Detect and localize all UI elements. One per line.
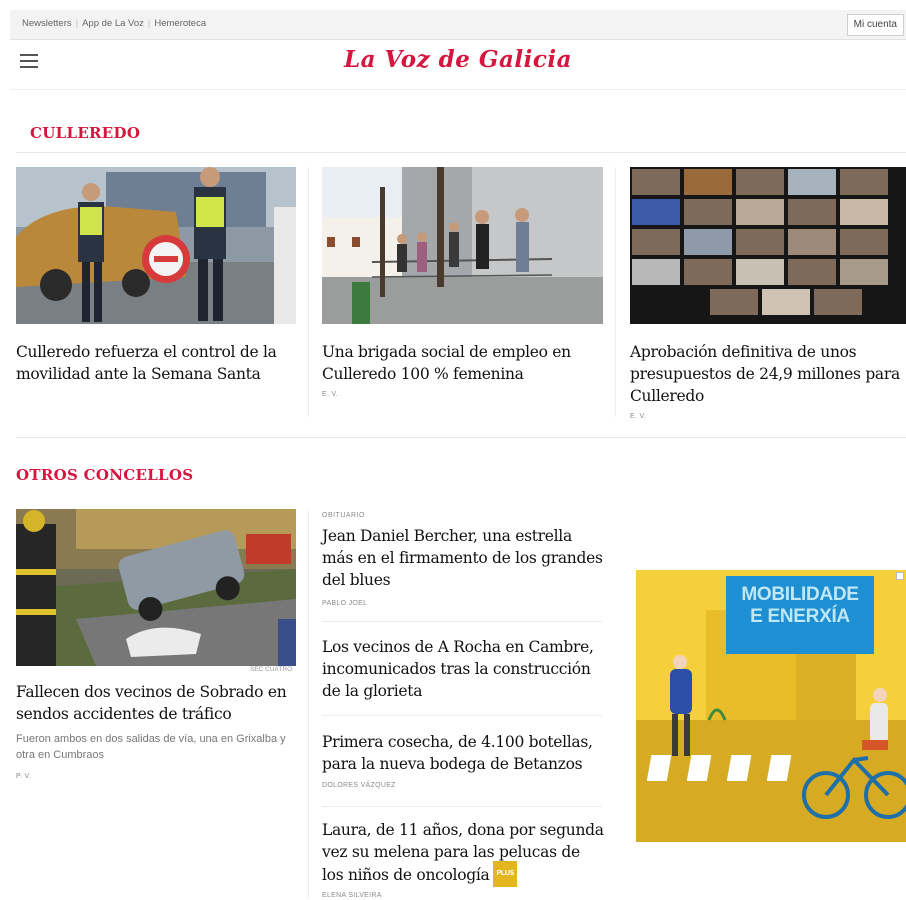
article-image-video-conference[interactable]: [630, 167, 906, 324]
ad-line-2: E ENERXÍA: [750, 606, 850, 627]
article-headline[interactable]: Aprobación definitiva de unos presupuest…: [630, 341, 906, 407]
site-logo[interactable]: La Voz de Galicia: [10, 46, 906, 73]
article-summary: Fueron ambos en dos salidas de vía, una …: [16, 733, 286, 761]
article-byline: E. V.: [322, 391, 339, 398]
top-utility-bar: Newsletters | App de La Voz | Hemeroteca Mi …: [10, 10, 906, 40]
section-title-otros-concellos[interactable]: OTROS CONCELLOS: [16, 466, 193, 484]
article-headline[interactable]: Primera cosecha, de 4.100 botellas, para…: [322, 731, 604, 775]
utility-links: Newsletters | App de La Voz | Hemeroteca: [22, 18, 207, 29]
ad-line-1: MOBILIDADE: [741, 584, 859, 605]
section-title-culleredo[interactable]: CULLEREDO: [30, 124, 140, 142]
article-headline[interactable]: Los vecinos de A Rocha en Cambre, incomu…: [322, 636, 604, 702]
article-headline[interactable]: Fallecen dos vecinos de Sobrado en sendo…: [16, 681, 301, 725]
section-divider: [16, 152, 906, 153]
article-kicker: OBITUARIO: [322, 512, 366, 519]
article-byline: E. V.: [630, 413, 647, 420]
image-credit: SEC CUATRO: [250, 666, 293, 673]
ad-headline: MOBILIDADE E ENERXÍA: [726, 584, 874, 628]
article-image-police-checkpoint[interactable]: [16, 167, 296, 324]
article-headline[interactable]: Culleredo refuerza el control de la movi…: [16, 341, 301, 385]
column-divider: [308, 167, 309, 417]
article-headline[interactable]: Jean Daniel Bercher, una estrella más en…: [322, 525, 604, 591]
newsletters-link[interactable]: Newsletters: [22, 18, 72, 29]
hemeroteca-link[interactable]: Hemeroteca: [154, 18, 206, 29]
plus-badge: PLUS: [493, 861, 517, 887]
article-byline: ELENA SILVEIRA: [322, 892, 382, 899]
column-divider: [308, 509, 309, 899]
list-divider: [322, 621, 602, 622]
article-headline[interactable]: Laura, de 11 años, dona por segunda vez …: [322, 819, 604, 889]
column-divider: [615, 167, 616, 417]
my-account-button[interactable]: Mi cuenta: [846, 14, 904, 36]
article-byline: PABLO JOEL: [322, 600, 368, 607]
article-image-brigade-women[interactable]: [322, 167, 603, 324]
app-link[interactable]: App de La Voz: [82, 18, 144, 29]
ad-banner-mobilidade[interactable]: MOBILIDADE E ENERXÍA: [636, 570, 906, 842]
article-byline: DOLORES VÁZQUEZ: [322, 782, 396, 789]
list-divider: [322, 806, 602, 807]
section-divider: [16, 437, 906, 438]
list-divider: [322, 715, 602, 716]
article-headline[interactable]: Una brigada social de empleo en Cullered…: [322, 341, 602, 385]
article-image-crash[interactable]: [16, 509, 296, 666]
ad-choices-icon[interactable]: [896, 572, 904, 580]
site-header: La Voz de Galicia: [10, 40, 906, 90]
article-byline: P. V.: [16, 773, 32, 780]
